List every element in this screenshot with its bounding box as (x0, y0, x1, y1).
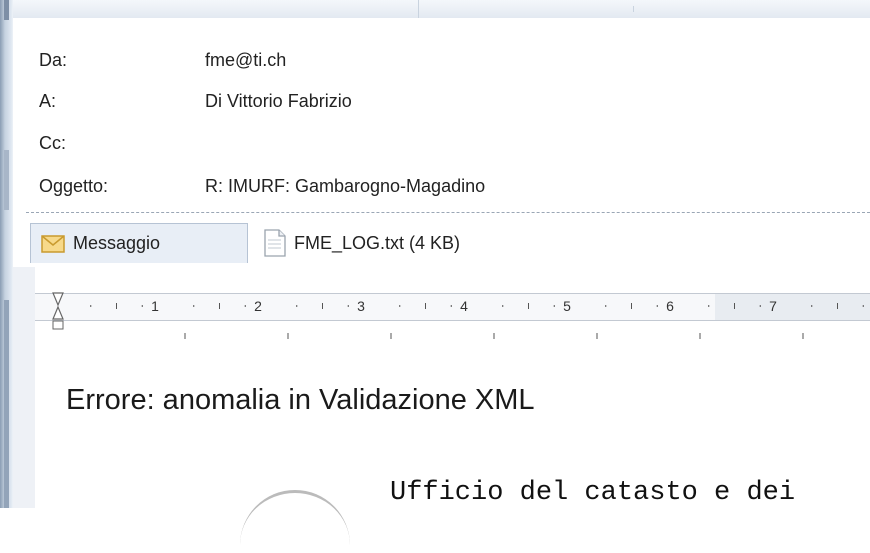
subject-label: Oggetto: (39, 176, 109, 196)
indent-marker-box (52, 320, 64, 330)
from-value[interactable]: fme@ti.ch (205, 50, 286, 71)
message-tabs: Messaggio FME_LOG.txt (4 KB) (13, 213, 870, 267)
ruler: 12345678 (35, 283, 870, 343)
to-value[interactable]: Di Vittorio Fabrizio (205, 91, 352, 112)
ruler-number: 6 (666, 298, 674, 314)
tab-messaggio[interactable]: Messaggio (30, 223, 248, 263)
ruler-number: 3 (357, 298, 365, 314)
indent-marker-bottom (52, 305, 64, 320)
envelope-icon (41, 234, 65, 253)
attachment-label: FME_LOG.txt (4 KB) (294, 232, 461, 253)
ruler-number: 4 (460, 298, 468, 314)
body-mono-line: Ufficio del catasto e dei (390, 478, 796, 508)
ruler-number: 1 (151, 298, 159, 314)
to-label: A: (39, 91, 57, 111)
subject-value: R: IMURF: Gambarogno-Magadino (205, 176, 486, 196)
ruler-number: 2 (254, 298, 262, 314)
from-label: Da: (39, 50, 68, 70)
message-header: Da: fme@ti.ch A: Di Vittorio Fabrizio Cc… (13, 18, 870, 212)
window-left-edge (0, 0, 13, 508)
text-file-icon (264, 229, 286, 257)
body-heading: Errore: anomalia in Validazione XML (66, 384, 535, 416)
cc-label: Cc: (39, 133, 66, 153)
tab-messaggio-label: Messaggio (73, 233, 161, 253)
ruler-marks: 12345678 (52, 292, 864, 339)
ruler-number: 7 (769, 298, 777, 314)
toolbar-strip (13, 0, 870, 19)
indent-marker-top (52, 292, 64, 307)
ruler-number: 5 (563, 298, 571, 314)
attachment-tab[interactable]: FME_LOG.txt (4 KB) (258, 223, 460, 263)
